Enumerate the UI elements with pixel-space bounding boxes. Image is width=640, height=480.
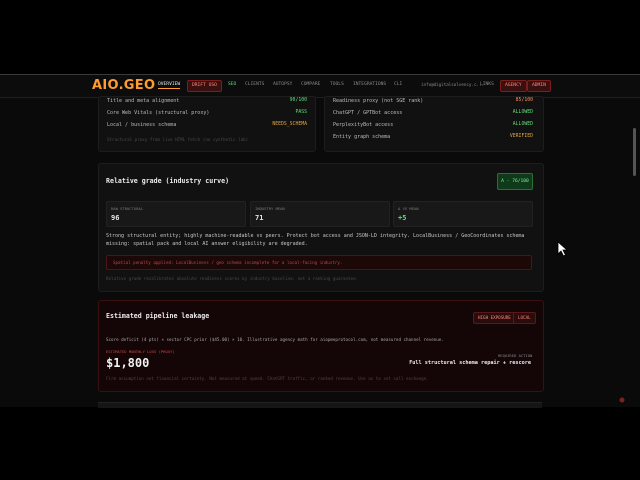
metric-label: Core Web Vitals (structural proxy) xyxy=(107,110,210,116)
metric-value: ALLOWED xyxy=(512,110,533,115)
nav-seo[interactable]: SEO xyxy=(228,82,236,87)
stat-delta-vs-mean: Δ VS MEAN +5 xyxy=(393,201,533,227)
stat-value: 96 xyxy=(111,214,120,222)
leakage-footnote: Firm assumption not financial certainty.… xyxy=(106,376,429,381)
agency-button[interactable]: AGENCY xyxy=(500,80,527,92)
local-badge: LOCAL xyxy=(513,312,536,324)
metric-label: PerplexityBot access xyxy=(333,122,394,128)
status-dot-icon xyxy=(619,397,625,403)
leakage-description: Score deficit (4 pts) × sector CPC prior… xyxy=(106,337,444,342)
nav-autopsy[interactable]: AUTOPSY xyxy=(273,82,292,87)
action-label: REQUIRED ACTION xyxy=(498,353,533,358)
spatial-penalty-alert: Spatial penalty applied: LocalBusiness /… xyxy=(106,255,532,270)
grade-footnote: Relative grade recalibrates absolute rea… xyxy=(106,276,359,281)
nav-cli[interactable]: CLI xyxy=(394,82,402,87)
scrollbar-thumb[interactable] xyxy=(633,128,636,176)
card-title: Relative grade (industry curve) xyxy=(106,177,230,185)
card-footnote: Structural proxy from live HTML fetch (n… xyxy=(107,137,249,142)
stat-value: +5 xyxy=(398,214,407,222)
stat-industry-mean: INDUSTRY MEAN 71 xyxy=(250,201,390,227)
nav-compare[interactable]: COMPARE xyxy=(301,82,320,87)
metric-label: Local / business schema xyxy=(107,122,177,128)
stat-label: RAW STRUCTURAL xyxy=(111,206,144,211)
metric-value: PASS xyxy=(295,110,307,115)
top-navbar: AIO.GEO OVERVIEW DRIFT OSO SEO CLIENTS A… xyxy=(0,75,640,98)
metric-value: 90/100 xyxy=(289,98,307,103)
metric-label: Title and meta alignment xyxy=(107,98,180,104)
nav-links[interactable]: LINKS xyxy=(480,82,494,87)
metric-value: VERIFIED xyxy=(509,134,533,139)
stat-label: Δ VS MEAN xyxy=(398,206,419,211)
required-action: Full structural schema repair + rescore xyxy=(409,360,531,366)
logo[interactable]: AIO.GEO xyxy=(92,78,155,93)
card-title: Estimated pipeline leakage xyxy=(106,312,210,320)
metric-label: ChatGPT / GPTBot access xyxy=(333,110,403,116)
metric-label: Entity graph schema xyxy=(333,134,391,140)
metric-label: Readiness proxy (not SGE rank) xyxy=(333,98,424,104)
metric-value: NEEDS_SCHEMA xyxy=(272,122,307,127)
grade-badge: A - 76/100 xyxy=(497,173,533,190)
account-email[interactable]: info@digitalsolvency.c... xyxy=(421,82,484,87)
amount-label: ESTIMATED MONTHLY LOSS (PROXY) xyxy=(106,349,175,354)
grade-summary: Strong structural entity; highly machine… xyxy=(106,233,525,247)
exposure-badge: HIGH EXPOSURE xyxy=(473,312,516,324)
next-section-peek xyxy=(98,402,542,408)
nav-integrations[interactable]: INTEGRATIONS xyxy=(353,82,386,87)
nav-overview[interactable]: OVERVIEW xyxy=(158,82,181,89)
nav-tools[interactable]: TOOLS xyxy=(330,82,344,87)
stat-raw-structural: RAW STRUCTURAL 96 xyxy=(106,201,246,227)
mouse-cursor-icon xyxy=(557,241,569,257)
admin-button[interactable]: ADMIN xyxy=(527,80,551,92)
drift-button[interactable]: DRIFT OSO xyxy=(187,80,222,92)
stat-value: 71 xyxy=(255,214,264,222)
nav-clients[interactable]: CLIENTS xyxy=(245,82,264,87)
metric-value: 85/100 xyxy=(515,98,533,103)
metric-value: ALLOWED xyxy=(512,122,533,127)
monthly-loss-amount: $1,800 xyxy=(106,356,150,370)
stat-label: INDUSTRY MEAN xyxy=(255,206,285,211)
seo-metrics-card: Title and meta alignment 90/100 Core Web… xyxy=(98,96,316,152)
alert-text: Spatial penalty applied: LocalBusiness /… xyxy=(113,260,343,265)
ai-readiness-card: Readiness proxy (not SGE rank) 85/100 Ch… xyxy=(324,96,544,152)
